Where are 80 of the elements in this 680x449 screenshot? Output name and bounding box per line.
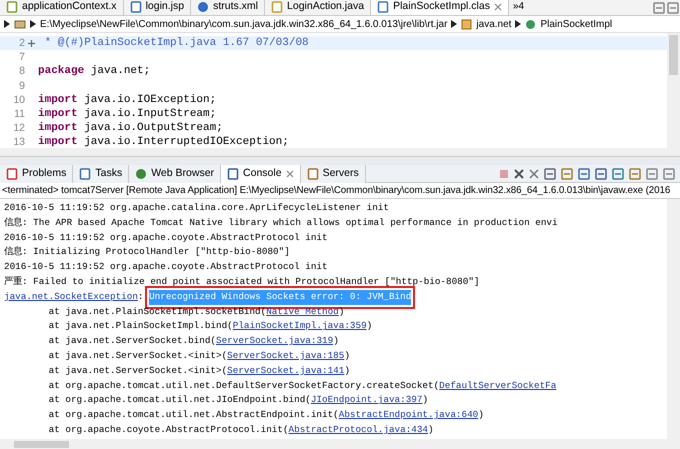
- code-text: import java.io.InputStream;: [38, 106, 216, 122]
- vertical-scrollbar[interactable]: [667, 33, 680, 148]
- fold-icon[interactable]: [28, 40, 35, 47]
- line-number: 8: [18, 64, 26, 79]
- arrow-icon[interactable]: [451, 20, 458, 28]
- line-number: 13: [12, 135, 26, 148]
- horizontal-scrollbar[interactable]: [0, 439, 680, 449]
- package-icon: [14, 18, 26, 30]
- arrow-icon[interactable]: [4, 20, 10, 28]
- console-text: at java.net.ServerSocket.<init>(: [48, 364, 228, 378]
- console-text: at org.apache.tomcat.util.net.JIoEndpoint.bind(: [48, 393, 311, 408]
- stack-link[interactable]: ServerSocket.java:185: [227, 348, 344, 364]
- view-tab[interactable]: Problems: [0, 164, 74, 182]
- view-tab[interactable]: Servers: [300, 164, 366, 182]
- console-text: at java.net.ServerSocket.<init>(: [48, 348, 228, 363]
- console-text: ): [333, 334, 339, 348]
- remove-all-icon[interactable]: [528, 168, 540, 180]
- console-text: :: [138, 290, 144, 304]
- arrow-icon[interactable]: [30, 20, 36, 28]
- console-text: at java.net.ServerSocket.bind(: [48, 334, 216, 348]
- line-number: 7: [18, 50, 26, 64]
- console-text: ): [338, 304, 344, 319]
- view-tab[interactable]: Console: [221, 164, 301, 182]
- console-text: at org.apache.tomcat.util.net.DefaultServerSocketFactory.createSocket(: [48, 378, 440, 393]
- console-text: 信息: Initializing ProtocolHandler ["http-bio-8080"]: [4, 245, 290, 260]
- maximize-icon[interactable]: [662, 166, 676, 180]
- view-tab[interactable]: Web Browser: [129, 164, 222, 182]
- stack-link[interactable]: PlainSocketImpl.java:359: [232, 319, 367, 334]
- console-text: ): [478, 408, 484, 422]
- breadcrumb-item[interactable]: java.net: [476, 16, 512, 32]
- stack-link[interactable]: DefaultServerSocketFa: [439, 378, 556, 394]
- view-tab[interactable]: Tasks: [73, 164, 130, 182]
- line-number: 9: [18, 78, 26, 93]
- stack-link[interactable]: Native Method: [266, 304, 339, 320]
- package-icon: [461, 18, 472, 30]
- breadcrumb-item[interactable]: E:\Myeclipse\NewFile\Common\binary\com.sun.java.jdk.win32.x86_64_1.6.0.013\jre\lib\rt.jar: [40, 16, 448, 32]
- console-text: ): [344, 364, 350, 378]
- selected-text: Unrecognized Windows Sockets error: 0: JVM_Bind: [149, 290, 412, 305]
- class-icon: [525, 18, 536, 30]
- stack-link[interactable]: ServerSocket.java:319: [216, 334, 334, 349]
- code-text: import java.io.InterruptedIOException;: [38, 135, 289, 148]
- console-text: ): [428, 422, 434, 437]
- vertical-scrollbar[interactable]: [667, 199, 680, 439]
- console-text: at org.apache.tomcat.util.net.AbstractEndpoint.init(: [48, 408, 339, 422]
- minimize-icon[interactable]: [645, 166, 659, 180]
- console-text: ): [422, 393, 428, 408]
- console-text: 2016-10-5 11:19:52 org.apache.coyote.AbstractProtocol init: [4, 230, 328, 245]
- arrow-icon[interactable]: [515, 20, 522, 28]
- tab-overflow[interactable]: »4: [508, 0, 528, 15]
- close-icon[interactable]: [286, 170, 294, 178]
- code-text: package java.net;: [38, 64, 150, 79]
- console-text: ): [344, 348, 350, 363]
- maximize-icon[interactable]: [666, 1, 680, 15]
- editor-tab[interactable]: login.jsp: [124, 0, 192, 15]
- stack-link[interactable]: AbstractProtocol.java:434: [288, 422, 428, 438]
- console-text: 2016-10-5 11:19:52 org.apache.coyote.AbstractProtocol init: [4, 260, 328, 274]
- console-text: ): [366, 319, 372, 334]
- console-text: at java.net.PlainSocketImpl.bind(: [48, 319, 233, 334]
- console-text: at org.apache.coyote.AbstractProtocol.init(: [48, 422, 289, 437]
- line-number: 10: [12, 92, 26, 107]
- console-text: 严重: Failed to initialize end point associated with ProtocolHandler ["http-bio-8080"]: [4, 274, 480, 289]
- line-number: 11: [13, 106, 26, 122]
- stack-link[interactable]: ServerSocket.java:141: [227, 364, 344, 379]
- console-text: at java.net.PlainSocketImpl.socketBind(: [48, 304, 266, 319]
- stack-link[interactable]: JIoEndpoint.java:397: [310, 393, 422, 408]
- console-text: 信息: The APR based Apache Tomcat Native library which allows optimal performance in production envi: [4, 216, 558, 230]
- horizontal-scrollbar[interactable]: [0, 148, 680, 157]
- console-text: 2016-10-5 11:19:52 org.apache.catalina.core.AprLifecycleListener init: [4, 201, 389, 215]
- stack-link[interactable]: AbstractEndpoint.java:640: [338, 408, 478, 423]
- code-text: import java.io.IOException;: [38, 92, 216, 107]
- breadcrumb-item[interactable]: PlainSocketImpl: [540, 16, 612, 32]
- line-number: 2: [18, 36, 26, 50]
- code-text: import java.io.OutputStream;: [38, 121, 223, 136]
- remove-icon[interactable]: [513, 168, 525, 180]
- close-icon[interactable]: [494, 3, 502, 11]
- minimize-icon[interactable]: [652, 1, 666, 15]
- code-text: * @(#)PlainSocketImpl.java 1.67 07/03/08: [44, 36, 309, 50]
- line-number: 12: [12, 121, 26, 136]
- editor-tab[interactable]: PlainSocketImpl.clas: [371, 0, 509, 15]
- stack-link[interactable]: java.net.SocketException: [4, 290, 138, 305]
